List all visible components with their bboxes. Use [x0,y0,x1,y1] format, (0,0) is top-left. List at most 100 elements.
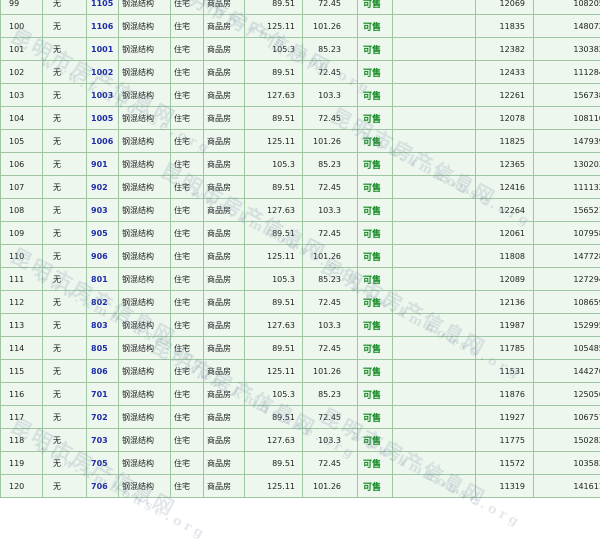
row-number: 110 [9,252,24,261]
structure-type-cell: 钢混结构 [119,360,171,383]
structure-type: 钢混结构 [122,413,154,422]
room-code: 无 [53,252,61,261]
table-row: 101无1001钢混结构住宅商品房105.385.23可售12382130382… [1,38,600,61]
room-link[interactable]: 1001 [91,45,113,54]
room-link[interactable]: 803 [91,321,108,330]
total-price-cell: 1529953 [534,314,600,337]
table-row: 99无1105钢混结构住宅商品房89.5172.45可售120691082057 [1,0,600,15]
room-link[interactable]: 702 [91,413,108,422]
room-code: 无 [53,344,61,353]
usage: 住宅 [174,459,190,468]
room-link[interactable]: 1106 [91,22,113,31]
room-link[interactable]: 801 [91,275,108,284]
inner-area: 72.45 [318,229,341,238]
room-link[interactable]: 1005 [91,114,113,123]
table-row: 117无702钢混结构住宅商品房89.5172.45可售119271067574 [1,406,600,429]
inner-area-cell: 101.26 [303,15,358,38]
housing-type: 商品房 [207,482,231,491]
total-price-cell: 1112847 [534,61,600,84]
row-number-cell: 100 [1,15,43,38]
room-link[interactable]: 705 [91,459,108,468]
structure-type: 钢混结构 [122,137,154,146]
room-code: 无 [53,459,61,468]
table-row: 118无703钢混结构住宅商品房127.63103.3可售11775150282… [1,429,600,452]
housing-type: 商品房 [207,413,231,422]
room-number-link-cell: 703 [87,429,119,452]
unit-price-cell: 11876 [476,383,534,406]
inner-area-cell: 101.26 [303,130,358,153]
status-badge: 可售 [363,69,381,79]
usage: 住宅 [174,321,190,330]
usage-cell: 住宅 [171,452,204,475]
housing-type-cell: 商品房 [204,84,245,107]
unit-price-cell: 12061 [476,222,534,245]
status-badge: 可售 [363,299,381,309]
usage-cell: 住宅 [171,15,204,38]
room-code-cell: 无 [43,268,87,291]
unit-price: 12264 [500,206,525,215]
usage: 住宅 [174,114,190,123]
room-link[interactable]: 706 [91,482,108,491]
building-area: 89.51 [272,114,295,123]
room-link[interactable]: 903 [91,206,108,215]
row-number: 115 [9,367,24,376]
unit-price-cell: 11825 [476,130,534,153]
building-area: 89.51 [272,229,295,238]
room-code-cell: 无 [43,15,87,38]
inner-area: 85.23 [318,45,341,54]
housing-type-cell: 商品房 [204,107,245,130]
room-link[interactable]: 1006 [91,137,113,146]
usage-cell: 住宅 [171,383,204,406]
room-link[interactable]: 802 [91,298,108,307]
building-area: 89.51 [272,344,295,353]
inner-area-cell: 85.23 [303,153,358,176]
building-area: 105.3 [272,275,295,284]
total-price-cell: 1302035 [534,153,600,176]
room-code-cell: 无 [43,107,87,130]
room-number-link-cell: 1003 [87,84,119,107]
inner-area-cell: 103.3 [303,84,358,107]
room-link[interactable]: 805 [91,344,108,353]
room-code-cell: 无 [43,291,87,314]
structure-type: 钢混结构 [122,344,154,353]
row-number: 105 [9,137,24,146]
room-link[interactable]: 901 [91,160,108,169]
room-code-cell: 无 [43,130,87,153]
table-row: 104无1005钢混结构住宅商品房89.5172.45可售12078108110… [1,107,600,130]
room-number-link-cell: 905 [87,222,119,245]
housing-type: 商品房 [207,114,231,123]
inner-area-cell: 72.45 [303,406,358,429]
room-code: 无 [53,436,61,445]
room-code: 无 [53,321,61,330]
usage-cell: 住宅 [171,429,204,452]
unit-price: 11987 [500,321,525,330]
total-price-cell: 1477288 [534,245,600,268]
total-price: 1480724 [573,22,600,31]
inner-area: 101.26 [313,137,341,146]
room-link[interactable]: 905 [91,229,108,238]
row-number: 101 [9,45,24,54]
building-area-cell: 89.51 [245,406,303,429]
usage: 住宅 [174,91,190,100]
inner-area-cell: 72.45 [303,222,358,245]
room-code-cell: 无 [43,429,87,452]
room-link[interactable]: 906 [91,252,108,261]
sale-status-cell: 可售 [358,222,393,245]
building-area: 105.3 [272,160,295,169]
structure-type-cell: 钢混结构 [119,406,171,429]
room-link[interactable]: 703 [91,436,108,445]
room-link[interactable]: 701 [91,390,108,399]
structure-type-cell: 钢混结构 [119,291,171,314]
room-link[interactable]: 1002 [91,68,113,77]
sale-status-cell: 可售 [358,61,393,84]
room-link[interactable]: 1105 [91,0,113,8]
empty-cell-cell [393,475,476,498]
structure-type: 钢混结构 [122,0,154,8]
row-number: 117 [9,413,24,422]
total-price-cell: 1054855 [534,337,600,360]
row-number-cell: 120 [1,475,43,498]
usage: 住宅 [174,252,190,261]
room-link[interactable]: 806 [91,367,108,376]
room-link[interactable]: 902 [91,183,108,192]
room-link[interactable]: 1003 [91,91,113,100]
